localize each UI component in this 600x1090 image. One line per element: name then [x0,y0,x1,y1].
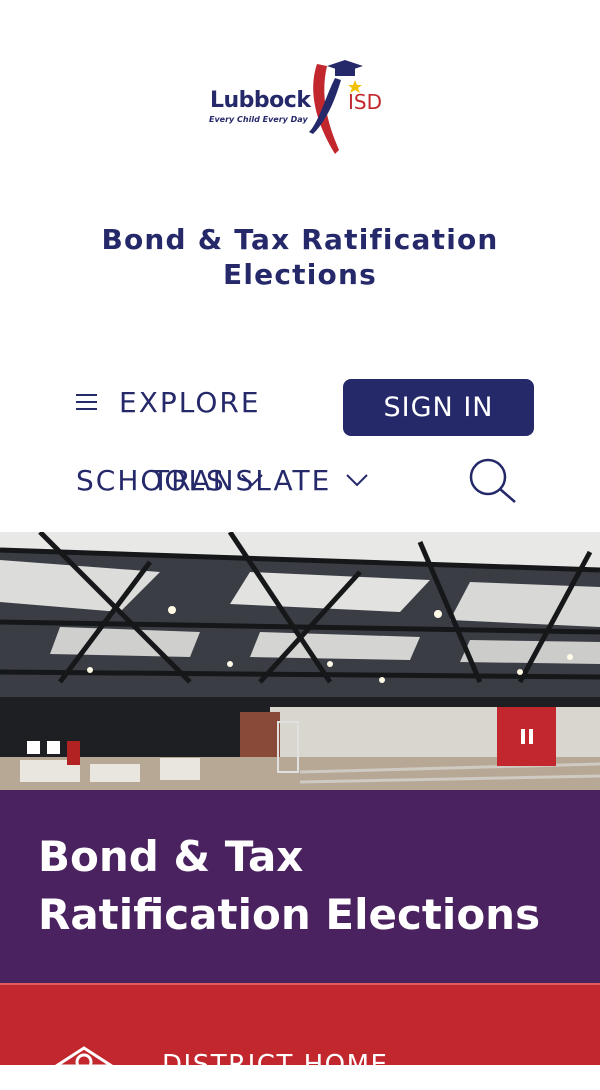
school-building-icon [49,1046,119,1090]
logo-tagline: Every Child Every Day [209,115,308,124]
district-home-link[interactable]: DISTRICT HOME [46,1040,388,1090]
district-logo[interactable]: Lubbock ISD Every Child Every Day [205,58,395,160]
search-icon [469,458,516,503]
pause-icon [519,729,535,744]
translate-dropdown[interactable]: TRANSLATE [152,461,369,499]
slide-dot-active[interactable] [67,741,80,765]
page-title: Bond & Tax Ratification Elections [101,223,499,291]
district-home-label: DISTRICT HOME [162,1050,389,1080]
slide-dot[interactable] [47,741,60,754]
slide-dot[interactable] [27,741,40,754]
page-banner: Bond & Tax Ratification Elections [0,790,600,983]
logo-isd: ISD [348,90,382,114]
translate-label: TRANSLATE [152,463,332,497]
slide-indicators [27,741,80,765]
search-button[interactable] [468,456,518,506]
hamburger-icon [76,393,97,411]
explore-menu-button[interactable]: EXPLORE [76,384,261,420]
sign-in-button[interactable]: SIGN IN [343,379,534,436]
chevron-down-icon [346,474,369,487]
logo-wordmark: Lubbock [210,88,311,113]
explore-label: EXPLORE [119,385,261,419]
quick-links-panel: DISTRICT HOME [0,983,600,1090]
pause-slideshow-button[interactable] [497,707,556,766]
banner-heading: Bond & Tax Ratification Elections [38,832,541,939]
